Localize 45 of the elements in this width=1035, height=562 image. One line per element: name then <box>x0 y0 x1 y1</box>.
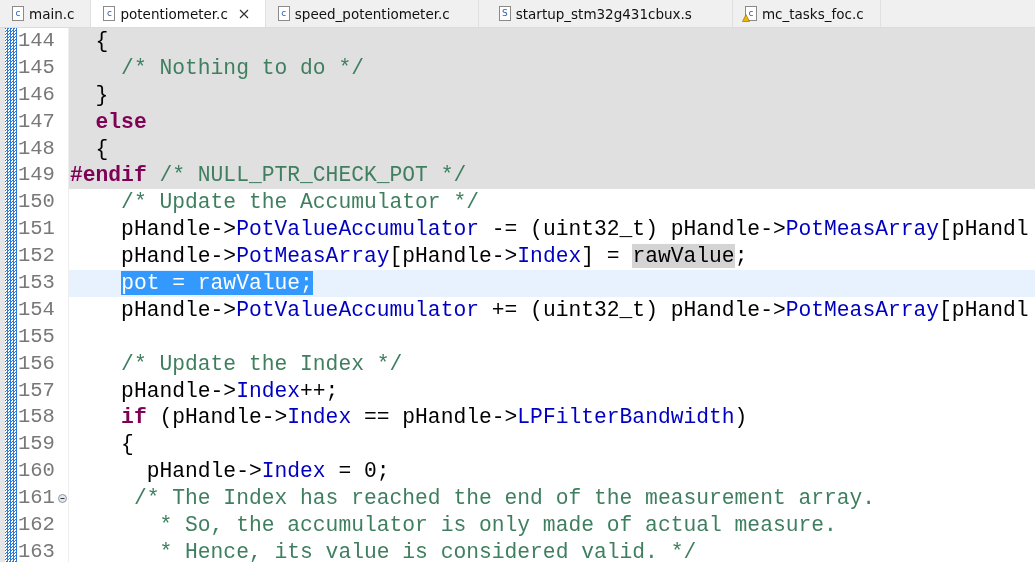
line-number: 163 <box>17 538 56 562</box>
code-line: pHandle->PotMeasArray[pHandle->Index] = rawValue; <box>120 244 748 269</box>
editor-tab[interactable]: c potentiometer.c <box>91 0 266 27</box>
code-line: else <box>94 109 147 134</box>
line-number: 148 <box>17 135 56 162</box>
file-icon: S <box>498 6 511 21</box>
line-number: 156 <box>17 350 56 377</box>
line-number: 155 <box>17 323 56 350</box>
code-line: { <box>94 136 109 161</box>
code-line: { <box>94 29 109 53</box>
file-icon: c <box>103 6 116 21</box>
code-line: * Hence, its value is considered valid. */ <box>158 539 697 562</box>
collapse-icon[interactable] <box>58 494 67 504</box>
code-line: { <box>120 432 134 457</box>
code-line: pHandle->PotValueAccumulator -= (uint32_t) pHandle->PotMeasArray[pHandl <box>120 217 1029 242</box>
line-number: 157 <box>17 377 56 404</box>
code-line: /* Nothing to do */ <box>120 55 364 80</box>
code-line: /* Update the Index */ <box>120 351 403 376</box>
code-line: pHandle->Index++; <box>120 378 339 403</box>
line-number: 153 <box>17 270 56 296</box>
line-number: 161 <box>17 485 56 512</box>
line-number: 149 <box>17 162 56 189</box>
line-number: 154 <box>17 296 56 323</box>
line-number: 151 <box>17 216 56 243</box>
line-number: 159 <box>17 431 56 458</box>
line-number: 145 <box>17 54 56 81</box>
line-number: 146 <box>17 81 56 108</box>
line-number: 152 <box>17 243 56 270</box>
file-icon: c <box>277 6 290 21</box>
line-number: 144 <box>17 28 56 54</box>
code-line: } <box>94 82 109 107</box>
code-line: pHandle->PotValueAccumulator += (uint32_t) pHandle->PotMeasArray[pHandl <box>120 297 1029 322</box>
code-line: /* Update the Accumulator */ <box>120 190 479 215</box>
file-icon: c <box>12 6 24 21</box>
close-icon[interactable] <box>238 8 249 19</box>
line-number: 147 <box>17 108 56 135</box>
line-number: 160 <box>17 458 56 485</box>
code-line: /* The Index has reached the end of the measurement array. <box>132 486 876 511</box>
code-line: * So, the accumulator is only made of actual measure. <box>158 513 837 538</box>
line-number: 150 <box>17 189 56 216</box>
line-number: 162 <box>17 512 56 539</box>
line-number: 158 <box>17 404 56 431</box>
code-line: if (pHandle->Index == pHandle->LPFilterBandwidth) <box>120 405 748 430</box>
code-line: pHandle->Index = 0; <box>145 459 390 484</box>
code-line: #endif /* NULL_PTR_CHECK_POT */ <box>70 163 467 188</box>
